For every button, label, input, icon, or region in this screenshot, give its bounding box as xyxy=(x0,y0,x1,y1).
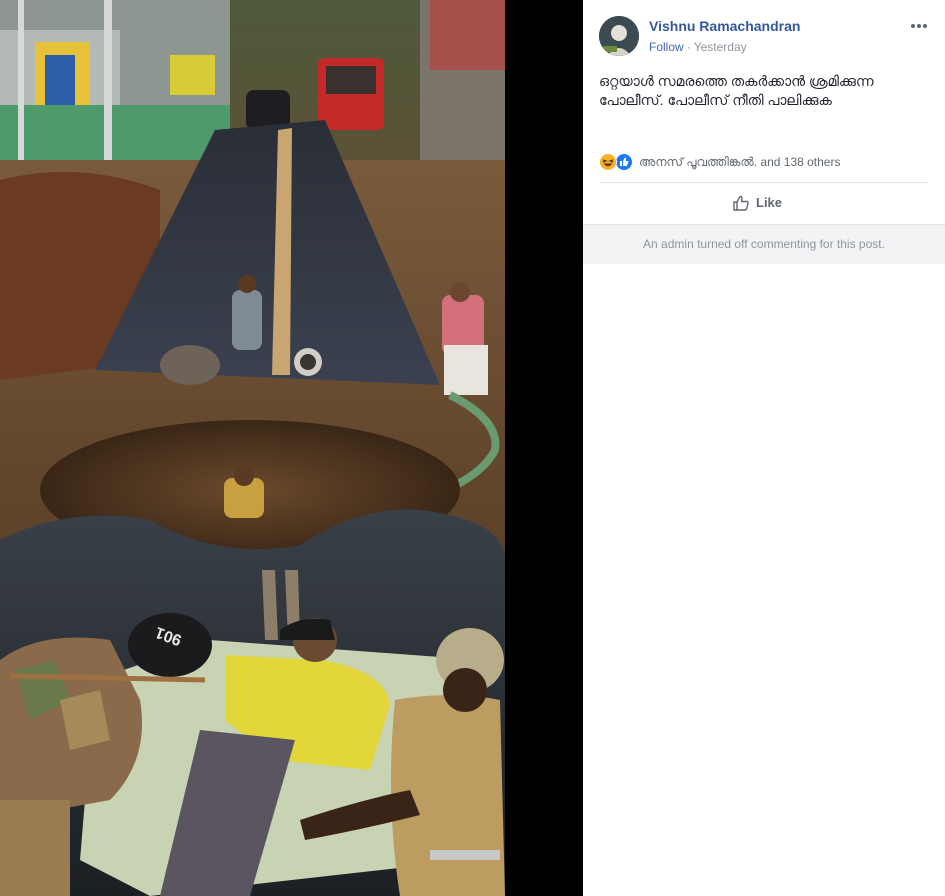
avatar[interactable] xyxy=(599,16,639,56)
divider xyxy=(599,182,929,183)
comments-disabled-notice: An admin turned off commenting for this … xyxy=(583,224,945,264)
reactions-text[interactable]: അനസ് പൂവത്തിങ്കൽ. and 138 others xyxy=(639,155,840,170)
like-icon xyxy=(615,153,633,171)
follow-link[interactable]: Follow xyxy=(649,40,684,54)
author-name[interactable]: Vishnu Ramachandran xyxy=(649,18,800,34)
more-horizontal-icon xyxy=(911,24,927,28)
meta-separator: · xyxy=(686,40,691,54)
post-photo[interactable]: 901 xyxy=(0,0,505,896)
like-button[interactable]: Like xyxy=(599,186,929,218)
photo-panel: 901 xyxy=(0,0,582,896)
post-panel: Vishnu Ramachandran Follow · Yesterday ഒറ്… xyxy=(583,0,945,896)
post-viewer: 901 Vishnu Ramachandran Follow · Yesterd… xyxy=(0,0,945,896)
more-options-button[interactable] xyxy=(909,18,929,34)
haha-icon xyxy=(599,153,617,171)
like-label: Like xyxy=(756,195,783,210)
worker-left xyxy=(232,290,262,350)
reactions-summary[interactable]: അനസ് പൂവത്തിങ്കൽ. and 138 others xyxy=(599,152,929,172)
thumbs-up-icon xyxy=(733,195,749,211)
post-text: ഒറ്റയാൾ സമരത്തെ തകർക്കാൻ ശ്രമിക്കുന്ന പോ… xyxy=(599,73,874,108)
post-timestamp[interactable]: Yesterday xyxy=(694,40,747,54)
post-header: Vishnu Ramachandran Follow · Yesterday xyxy=(599,16,929,56)
post-meta: Follow · Yesterday xyxy=(649,40,747,54)
reaction-icons xyxy=(599,153,639,171)
